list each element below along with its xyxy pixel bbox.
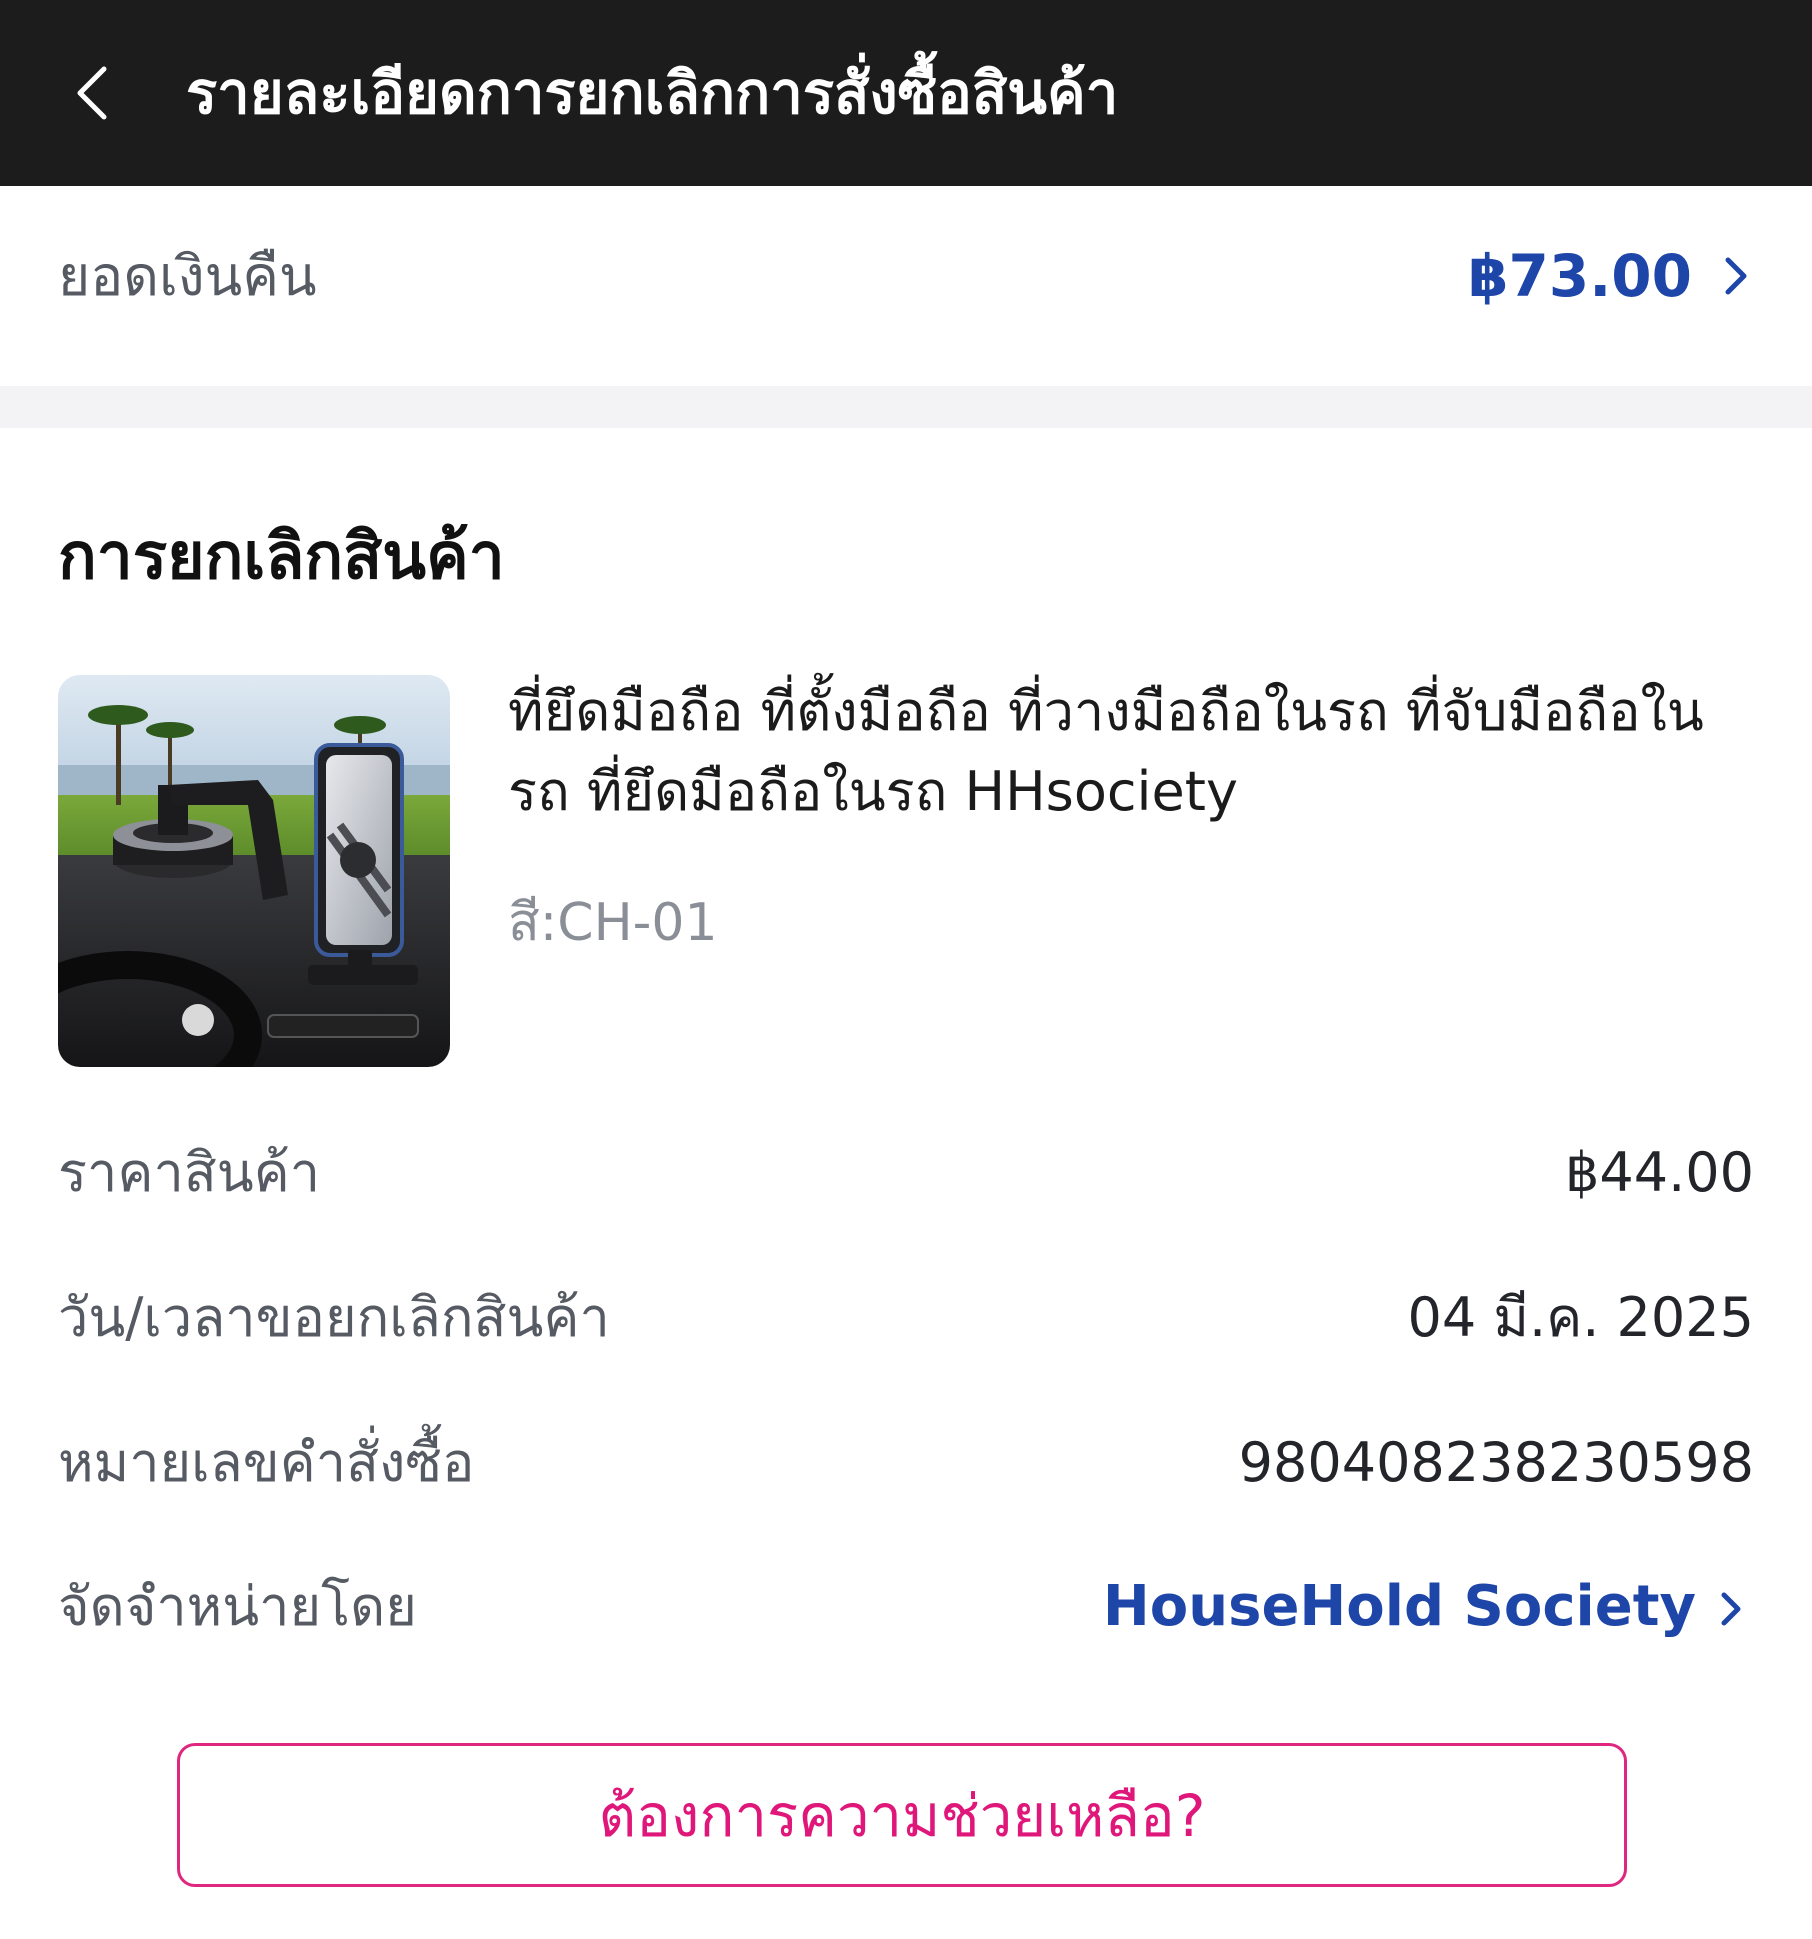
refund-amount-row[interactable]: ยอดเงินคืน ฿73.00 <box>0 186 1812 386</box>
page-title: รายละเอียดการยกเลิกการสั่งซื้อสินค้า <box>186 59 1119 127</box>
chevron-left-icon <box>77 66 107 120</box>
back-button[interactable] <box>58 55 128 131</box>
order-number-row: หมายเลขคำสั่งซื้อ 980408238230598 <box>58 1423 1754 1503</box>
top-app-bar: รายละเอียดการยกเลิกการสั่งซื้อสินค้า <box>0 0 1812 186</box>
help-button[interactable]: ต้องการความช่วยเหลือ? <box>177 1743 1627 1887</box>
car-phone-holder-image <box>58 675 450 1067</box>
price-row: ราคาสินค้า ฿44.00 <box>58 1133 1754 1213</box>
seller-label: จัดจำหน่ายโดย <box>58 1575 417 1638</box>
price-value: ฿44.00 <box>1565 1141 1754 1204</box>
seller-link[interactable]: HouseHold Society <box>1103 1567 1696 1647</box>
section-title: การยกเลิกสินค้า <box>58 520 505 594</box>
cancel-date-row: วัน/เวลาขอยกเลิกสินค้า 04 มี.ค. 2025 <box>58 1278 1754 1358</box>
order-number-label: หมายเลขคำสั่งซื้อ <box>58 1431 475 1494</box>
chevron-right-icon[interactable] <box>1714 1587 1750 1631</box>
cancel-date-value: 04 มี.ค. 2025 <box>1407 1286 1754 1349</box>
price-label: ราคาสินค้า <box>58 1141 321 1204</box>
order-number-value: 980408238230598 <box>1238 1431 1754 1494</box>
product-image <box>58 675 450 1067</box>
product-variant: สี:CH-01 <box>508 893 718 953</box>
seller-row: จัดจำหน่ายโดย HouseHold Society <box>58 1567 1754 1647</box>
refund-label: ยอดเงินคืน <box>58 244 317 308</box>
refund-amount: ฿73.00 <box>1468 242 1692 310</box>
chevron-right-icon <box>1725 257 1747 295</box>
section-divider <box>0 386 1812 428</box>
product-name: ที่ยึดมือถือ ที่ตั้งมือถือ ที่วางมือถือใ… <box>508 680 1704 823</box>
cancel-date-label: วัน/เวลาขอยกเลิกสินค้า <box>58 1286 610 1349</box>
